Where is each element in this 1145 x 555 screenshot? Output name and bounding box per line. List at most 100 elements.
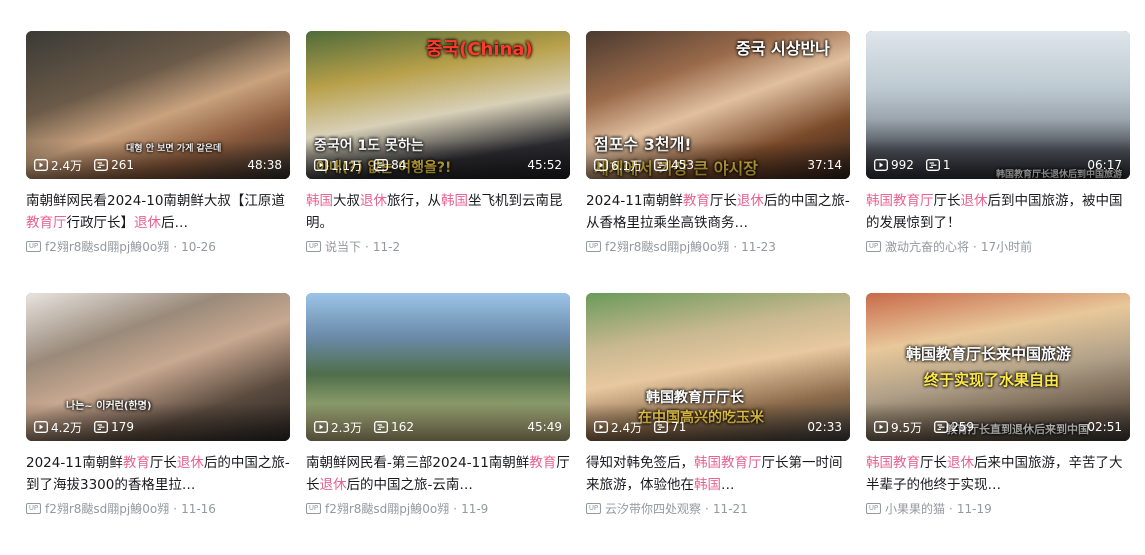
video-author[interactable]: f2翙r8颰sd翢pj鯓0o翙: [325, 500, 449, 517]
video-author[interactable]: 云汐带你四处观察: [605, 500, 701, 517]
play-count-icon: [34, 421, 48, 433]
up-badge-icon: UP: [306, 241, 321, 252]
danmaku-count: 162: [374, 420, 414, 434]
video-stats: 4.2万 179: [34, 419, 282, 435]
video-author[interactable]: 激动亢奋的心将: [885, 238, 969, 255]
video-stats: 9.5万 259 02:51: [874, 419, 1122, 435]
video-title[interactable]: 韩国教育厅厅长退休后到中国旅游，被中国的发展惊到了！: [866, 190, 1130, 234]
video-card[interactable]: 중국 시상반나점포수 3천개!세계에서 가장 큰 야시장 6.1万: [586, 31, 850, 293]
video-title[interactable]: 南朝鲜网民看-第三部2024-11南朝鲜教育厅长退休后的中国之旅-云南…: [306, 452, 570, 496]
danmaku-count: 71: [654, 420, 686, 434]
video-thumbnail[interactable]: 韩国教育厅长退休后到中国旅游 992 1: [866, 31, 1130, 179]
view-count: 2.4万: [34, 157, 82, 174]
view-count: 4.2万: [34, 419, 82, 436]
video-title[interactable]: 2024-11南朝鲜教育厅长退休后的中国之旅-到了海拔3300的香格里拉…: [26, 452, 290, 496]
video-date: 11-16: [181, 501, 216, 516]
video-title[interactable]: 2024-11南朝鲜教育厅长退休后的中国之旅-从香格里拉乘坐高铁商务…: [586, 190, 850, 234]
video-date: 11-19: [956, 501, 992, 516]
title-text: 厅长: [709, 193, 737, 209]
video-thumbnail[interactable]: 대형 안 보면 가게 같은데 2.4万 261: [26, 31, 290, 179]
video-card[interactable]: 대형 안 보면 가게 같은데 2.4万 261: [26, 31, 290, 293]
thumbnail-caption: 终于实现了水果自由: [924, 371, 1060, 389]
meta-separator: ·: [733, 239, 738, 254]
danmaku-count: 259: [934, 420, 974, 434]
meta-separator: ·: [173, 501, 178, 516]
video-title[interactable]: 韩国教育厅长退休后来中国旅游，辛苦了大半辈子的他终于实现…: [866, 452, 1130, 496]
view-count: 2.4万: [594, 419, 642, 436]
video-card[interactable]: 2.3万 162 45:49 南朝鲜网民看-第三部2024-11南朝鲜教育厅长退…: [306, 293, 570, 555]
meta-separator: ·: [705, 501, 709, 516]
danmaku-icon: [925, 159, 940, 171]
up-badge-icon: UP: [866, 241, 881, 252]
video-thumbnail[interactable]: 韩国教育厅长来中国旅游终于实现了水果自由教育厅长直到退休后来到中国 9.5万: [866, 293, 1130, 441]
video-thumbnail[interactable]: 韩国教育厅厅长在中国高兴的吃玉米 2.4万 71: [586, 293, 850, 441]
video-author[interactable]: f2翙r8颰sd翢pj鯓0o翙: [605, 238, 729, 255]
video-card[interactable]: 韩国教育厅长来中国旅游终于实现了水果自由教育厅长直到退休后来到中国 9.5万: [866, 293, 1130, 555]
title-keyword-highlight: 退休: [736, 193, 764, 209]
title-keyword-highlight: 韩国: [306, 193, 333, 209]
video-thumbnail[interactable]: 중국(China)중국어 1도 못하는아내(?) 없는 여행을?! 1.1万: [306, 31, 570, 179]
danmaku-count-text: 259: [951, 420, 974, 434]
up-badge-icon: UP: [586, 503, 601, 514]
danmaku-icon: [934, 421, 949, 433]
video-author[interactable]: f2翙r8颰sd翢pj鯓0o翙: [45, 500, 169, 517]
title-keyword-highlight: 退休: [960, 193, 988, 209]
danmaku-icon: [374, 421, 389, 433]
video-stats: 992 1 06:17: [874, 157, 1122, 173]
video-stats: 2.3万 162 45:49: [314, 419, 562, 435]
play-count-icon: [874, 159, 888, 171]
video-date: 17小时前: [980, 240, 1033, 254]
video-meta: UP f2翙r8颰sd翢pj鯓0o翙 · 11-16: [26, 500, 290, 517]
meta-separator: ·: [973, 239, 977, 254]
up-badge-icon: UP: [586, 241, 601, 252]
video-thumbnail[interactable]: 나는~ 이커런(한명) 4.2万 179: [26, 293, 290, 441]
view-count: 6.1万: [594, 157, 642, 174]
title-keyword-highlight: 韩国教育: [866, 455, 920, 471]
title-keyword-highlight: 教育: [122, 455, 150, 471]
view-count-text: 1.1万: [331, 158, 363, 173]
title-keyword-highlight: 退休: [176, 455, 204, 471]
video-date: 11-9: [461, 501, 489, 516]
video-title[interactable]: 南朝鲜网民看2024-10南朝鲜大叔【江原道教育厅行政厅长】退休后…: [26, 190, 290, 234]
video-title[interactable]: 得知对韩免签后，韩国教育厅厅长第一时间来旅游，体验他在韩国…: [586, 452, 850, 496]
video-author[interactable]: 说当下: [325, 238, 361, 255]
video-duration: 02:51: [1087, 420, 1122, 434]
video-stats: 1.1万 84 45:52: [314, 157, 562, 173]
video-date: 11-21: [712, 501, 748, 516]
view-count: 9.5万: [874, 419, 922, 436]
play-count-icon: [314, 159, 328, 171]
video-title[interactable]: 韩国大叔退休旅行，从韩国坐飞机到云南昆明。: [306, 190, 570, 234]
video-stats: 2.4万 71 02:33: [594, 419, 842, 435]
up-badge-icon: UP: [26, 241, 41, 252]
video-card[interactable]: 나는~ 이커런(한명) 4.2万 179: [26, 293, 290, 555]
video-thumbnail[interactable]: 중국 시상반나점포수 3천개!세계에서 가장 큰 야시장 6.1万: [586, 31, 850, 179]
view-count-text: 4.2万: [51, 420, 83, 435]
video-meta: UP 云汐带你四处观察 · 11-21: [586, 500, 850, 517]
video-author[interactable]: f2翙r8颰sd翢pj鯓0o翙: [45, 238, 169, 255]
video-stats: 2.4万 261 48:38: [34, 157, 282, 173]
video-card[interactable]: 韩国教育厅厅长在中国高兴的吃玉米 2.4万 71: [586, 293, 850, 555]
view-count-text: 2.4万: [51, 158, 83, 173]
video-card[interactable]: 韩国教育厅长退休后到中国旅游 992 1: [866, 31, 1130, 293]
title-keyword-highlight: 退休: [360, 193, 387, 209]
play-count-icon: [34, 159, 48, 171]
title-keyword-highlight: 教育厅: [26, 215, 67, 231]
meta-separator: ·: [949, 501, 953, 516]
video-duration: 48:38: [247, 158, 282, 172]
video-card[interactable]: 중국(China)중국어 1도 못하는아내(?) 없는 여행을?! 1.1万: [306, 31, 570, 293]
danmaku-count: 453: [654, 158, 694, 172]
danmaku-count-text: 1: [942, 158, 951, 172]
danmaku-count: 261: [94, 158, 134, 172]
danmaku-count: 1: [925, 158, 951, 172]
danmaku-count-text: 261: [111, 158, 134, 172]
video-meta: UP f2翙r8颰sd翢pj鯓0o翙 · 10-26: [26, 238, 290, 255]
video-author[interactable]: 小果果的猫: [885, 500, 945, 517]
title-keyword-highlight: 退休: [319, 477, 347, 493]
title-keyword-highlight: 教育: [682, 193, 710, 209]
view-count: 1.1万: [314, 157, 362, 174]
title-text: 2024-11南朝鲜: [586, 193, 683, 209]
video-thumbnail[interactable]: 2.3万 162 45:49: [306, 293, 570, 441]
thumbnail-caption: 韩国教育厅长来中国旅游: [906, 345, 1072, 363]
title-keyword-highlight: 韩国教育厅: [694, 455, 762, 471]
danmaku-count: 84: [374, 158, 406, 172]
